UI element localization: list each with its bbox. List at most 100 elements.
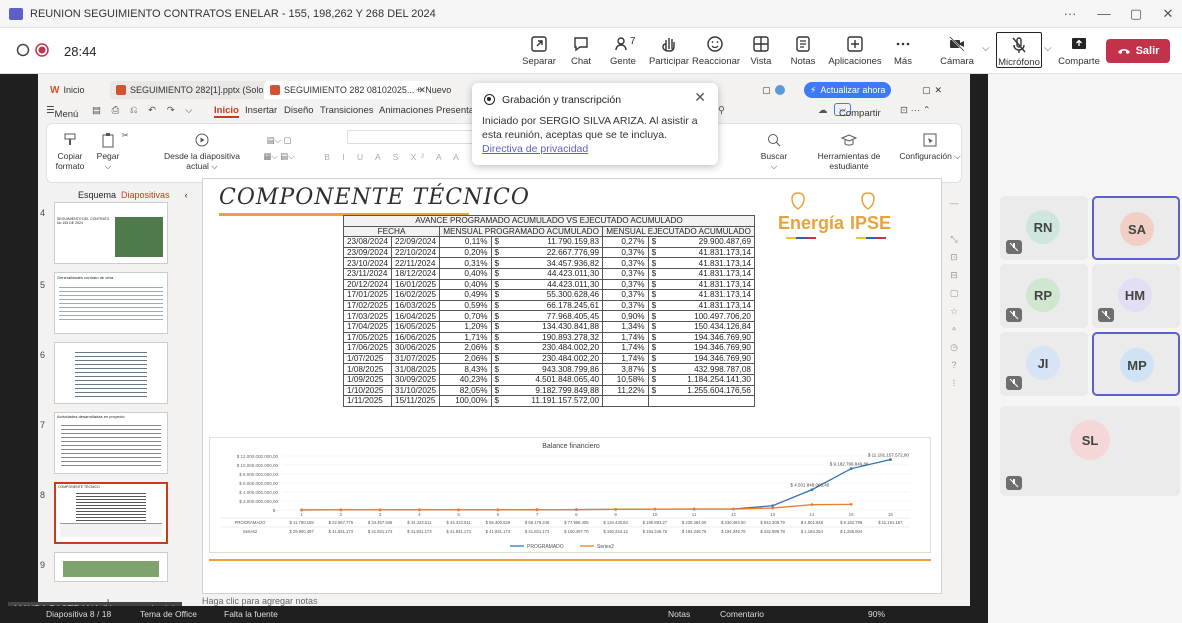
vertical-scrollbar[interactable]: — ⤡ ⊡ ⊟ ▢ ☆ ⚬ ◷? ⁞: [948, 194, 960, 594]
table-cell: $: [490, 257, 506, 269]
layout-icons[interactable]: ▤⌵ ▢ ▦⌵ ▤⌵: [259, 132, 299, 164]
close-window-button[interactable]: ✕: [1154, 5, 1182, 23]
slide-thumbnail-4[interactable]: SEGUIMIENTO DEL CONTRATO No 155 DE 2024: [54, 202, 168, 264]
more-horizontal-icon: [896, 42, 910, 46]
popup-body: Iniciado por SERGIO SILVA ARIZA. Al asis…: [482, 115, 698, 155]
table-cell: 0,49%: [439, 289, 492, 301]
participant-tile-rn[interactable]: RN: [1000, 196, 1088, 260]
participant-tile-mp[interactable]: MP: [1092, 332, 1180, 396]
slide-thumbnail-5[interactable]: Generalidades contrato de obra: [54, 272, 168, 334]
participant-tile-sl[interactable]: SL: [1000, 406, 1180, 496]
slide-thumbnail-8-selected[interactable]: COMPONENTE TÉCNICO: [54, 482, 168, 544]
slide-thumbnail-9[interactable]: [54, 552, 168, 582]
vista-button[interactable]: Vista: [738, 32, 784, 70]
x-tick-label: 3: [379, 512, 382, 517]
minimize-button[interactable]: —: [1090, 5, 1118, 23]
avatar[interactable]: [774, 85, 785, 95]
menu-button[interactable]: ☰ Menú: [46, 105, 78, 120]
x-tick-label: 4: [418, 512, 421, 517]
camera-options-chevron-icon[interactable]: ⌵: [982, 43, 990, 54]
slide-thumbnail-6[interactable]: [54, 342, 168, 404]
table-cell: 3,87%: [602, 363, 649, 375]
missing-font-label[interactable]: Falta la fuente: [224, 609, 278, 619]
tab-menu-inicio[interactable]: Inicio: [214, 105, 239, 118]
tab-menu-diseno[interactable]: Diseño: [284, 105, 314, 116]
tab-menu-transiciones[interactable]: Transiciones: [320, 105, 374, 116]
chat-button[interactable]: Chat: [558, 32, 604, 70]
table-row: 23/11/2024 18/12/2024 0,40% $44.423.011,30 0…: [342, 267, 755, 280]
table-cell: 31/07/2025: [391, 352, 441, 365]
update-now-button[interactable]: ⚡ Actualizar ahora: [804, 82, 892, 98]
table-row: 1/08/2025 31/08/2025 8,43% $943.308.799,86 3…: [342, 363, 755, 375]
table-cell: 0,37%: [602, 299, 649, 312]
participant-tile-ji[interactable]: JI: [1000, 332, 1088, 396]
notes-icon: [796, 36, 810, 52]
table-cell: 0,37%: [602, 267, 649, 280]
pptx-file-icon: [116, 85, 126, 95]
data-table-cell: $ 150.434.12: [603, 529, 628, 534]
data-table-cell: $ 41.831.173: [486, 529, 511, 534]
quick-access-icons[interactable]: ▤ ⎙ ⎌ ↶ ↷ ⌵: [92, 105, 197, 116]
configuration-button[interactable]: Configuración ⌵: [899, 132, 961, 162]
theme-label: Tema de Office: [140, 609, 198, 619]
leave-button[interactable]: Salir: [1106, 39, 1170, 63]
cut-icon[interactable]: ✂: [117, 130, 133, 141]
restore-button[interactable]: ▢: [1122, 5, 1150, 23]
tab-diapositivas[interactable]: Diapositivas: [121, 190, 170, 200]
gente-button[interactable]: Gente 7: [600, 32, 646, 70]
student-tools-button[interactable]: Herramientas de estudiante: [799, 132, 899, 171]
microfono-button[interactable]: Micrófono: [996, 32, 1042, 68]
close-popup-button[interactable]: ✕: [694, 89, 706, 106]
table-row: 17/03/2025 16/04/2025 0,70% $77.968.405,45 0…: [342, 310, 755, 322]
tab-menu-insertar[interactable]: Insertar: [245, 105, 277, 116]
thumb-number: 6: [40, 350, 46, 360]
tab-menu-animaciones[interactable]: Animaciones: [379, 105, 433, 116]
privacy-policy-link[interactable]: Directiva de privacidad: [482, 143, 588, 155]
table-row: 23/10/2024 22/11/2024 0,31% $34.457.936,82 0…: [342, 257, 755, 269]
find-button[interactable]: Buscar ⌵: [759, 132, 789, 172]
ppt-window-controls[interactable]: ▢ ✕: [916, 81, 948, 99]
share-doc-button[interactable]: Compartir ⌵: [834, 103, 881, 119]
slide-canvas[interactable]: COMPONENTE TÉCNICO AVANCE PROGRAMADO ACU…: [202, 178, 942, 594]
x-tick-label: 2: [340, 512, 343, 517]
participar-button[interactable]: Participar: [646, 32, 692, 70]
ribbon-extra-icons[interactable]: ⊡ ··· ⌃: [900, 105, 931, 116]
camara-button[interactable]: Cámara: [934, 32, 980, 70]
notas-button[interactable]: Notas: [780, 32, 826, 70]
tab-inicio[interactable]: W Inicio: [44, 81, 90, 99]
reaccionar-button[interactable]: Reaccionar: [692, 32, 740, 70]
tab-esquema[interactable]: Esquema: [78, 190, 116, 200]
more-icon[interactable]: ···: [1056, 5, 1084, 23]
slide-thumbnail-7[interactable]: Actividades desarrolladas en proyecto: [54, 412, 168, 474]
separar-button[interactable]: Separar: [516, 32, 562, 70]
mic-options-chevron-icon[interactable]: ⌵: [1044, 43, 1052, 54]
slide-title: COMPONENTE TÉCNICO: [219, 185, 530, 216]
new-tab-button[interactable]: + Nuevo: [410, 81, 457, 99]
table-cell: 0,31%: [439, 257, 492, 269]
comments-toggle[interactable]: Comentario: [720, 609, 764, 619]
meeting-toolbar: 28:44 Separar Chat Gente 7 Participar Rea…: [0, 28, 1182, 74]
table-cell: $: [647, 257, 663, 269]
search-icon[interactable]: ⚲: [718, 105, 725, 116]
participant-tile-sa[interactable]: SA: [1092, 196, 1180, 260]
format-painter-button[interactable]: Copiar formato: [55, 132, 85, 171]
col-fecha: FECHA: [342, 225, 441, 238]
mic-muted-icon: [1098, 308, 1114, 322]
meeting-timer: 28:44: [64, 44, 97, 59]
aplicaciones-button[interactable]: Aplicaciones: [826, 32, 884, 70]
tab-seguimiento-282-active[interactable]: SEGUIMIENTO 282 08102025... ✕: [264, 81, 432, 99]
table-cell: $: [490, 384, 506, 397]
zoom-level[interactable]: 90%: [868, 609, 885, 619]
notes-toggle[interactable]: Notas: [668, 609, 690, 619]
paste-icon: [102, 133, 114, 148]
from-current-slide-button[interactable]: Desde la diapositiva actual ⌵: [157, 132, 247, 172]
font-selector[interactable]: [347, 130, 487, 144]
comparte-button[interactable]: Comparte: [1056, 32, 1102, 70]
table-cell: 0,37%: [602, 278, 649, 291]
participant-tile-hm[interactable]: HM: [1092, 264, 1180, 328]
notes-placeholder[interactable]: Haga clic para agregar notas: [202, 596, 318, 606]
mas-button[interactable]: Más: [880, 32, 926, 70]
x-tick-label: 8: [575, 512, 578, 517]
wps-logo-icon: W: [50, 84, 60, 96]
participant-tile-rp[interactable]: RP: [1000, 264, 1088, 328]
